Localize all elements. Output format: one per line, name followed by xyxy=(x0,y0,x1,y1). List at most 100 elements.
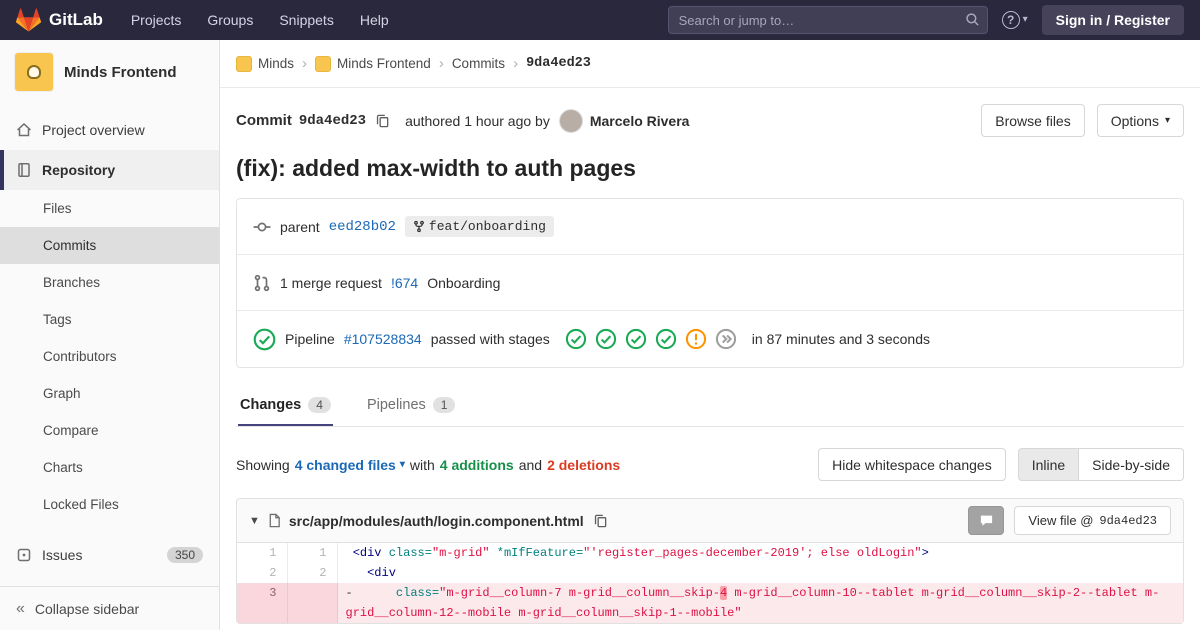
sidebar-item-issues[interactable]: Issues 350 xyxy=(0,535,219,575)
file-icon xyxy=(267,513,282,528)
sidebar-item-project-overview[interactable]: Project overview xyxy=(0,110,219,150)
branch-ref[interactable]: feat/onboarding xyxy=(404,216,554,237)
sidebar-item-locked-files[interactable]: Locked Files xyxy=(0,486,219,523)
diff-file-header: ▼ src/app/modules/auth/login.component.h… xyxy=(237,499,1183,543)
collapse-diff-icon[interactable]: ▼ xyxy=(249,515,260,527)
question-icon: ? xyxy=(1001,11,1020,29)
stage-passed-icon[interactable] xyxy=(655,328,677,350)
sidebar-item-charts[interactable]: Charts xyxy=(0,449,219,486)
diff-line-context: 2 2 <div xyxy=(237,563,1183,583)
breadcrumb-group[interactable]: Minds xyxy=(236,55,294,72)
parent-row: parent eed28b02 feat/onboarding xyxy=(237,199,1183,255)
project-name: Minds Frontend xyxy=(64,63,177,81)
toggle-comments-button[interactable] xyxy=(968,506,1005,535)
copy-path-button[interactable] xyxy=(591,511,610,530)
sidebar-item-commits[interactable]: Commits xyxy=(0,227,219,264)
sidebar-item-tags[interactable]: Tags xyxy=(0,301,219,338)
side-by-side-view-button[interactable]: Side-by-side xyxy=(1079,448,1184,481)
old-line-number[interactable]: 2 xyxy=(237,563,288,583)
sidebar-item-repository[interactable]: Repository xyxy=(0,150,219,190)
branch-icon xyxy=(413,220,425,233)
sign-in-button[interactable]: Sign in / Register xyxy=(1041,5,1184,35)
author-name[interactable]: Marcelo Rivera xyxy=(590,113,690,129)
stage-warning-icon[interactable] xyxy=(685,328,707,350)
new-line-number[interactable] xyxy=(287,583,338,623)
commit-meta-row: Commit 9da4ed23 authored 1 hour ago by M… xyxy=(236,104,1184,137)
breadcrumb-separator: › xyxy=(302,55,308,72)
sidebar-item-files[interactable]: Files xyxy=(0,190,219,227)
comment-icon xyxy=(979,513,994,528)
commit-details-box: parent eed28b02 feat/onboarding 1 merge … xyxy=(236,198,1184,368)
diff-line-deletion: 3 - class="m-grid__column-7 m-grid__colu… xyxy=(237,583,1183,623)
stage-skipped-icon[interactable] xyxy=(715,328,737,350)
pipeline-id-link[interactable]: #107528834 xyxy=(344,331,422,347)
tab-pipelines[interactable]: Pipelines 1 xyxy=(365,386,458,426)
gitlab-tanuki-icon xyxy=(16,8,41,32)
global-search xyxy=(667,6,988,34)
diff-table: 1 1 <div class="m-grid" *mIfFeature="'re… xyxy=(237,543,1183,623)
browse-files-button[interactable]: Browse files xyxy=(981,104,1085,137)
help-dropdown[interactable]: ? ▾ xyxy=(1001,11,1028,29)
code-line: - class="m-grid__column-7 m-grid__column… xyxy=(337,583,1183,623)
showing-text: Showing xyxy=(236,456,290,473)
copy-sha-button[interactable] xyxy=(373,111,392,130)
hide-whitespace-button[interactable]: Hide whitespace changes xyxy=(818,448,1006,481)
pipeline-duration: in 87 minutes and 3 seconds xyxy=(751,331,931,347)
commit-label: Commit xyxy=(236,112,292,129)
project-avatar xyxy=(14,52,54,92)
tab-changes[interactable]: Changes 4 xyxy=(238,386,333,426)
new-line-number[interactable]: 2 xyxy=(287,563,338,583)
copy-icon xyxy=(593,513,608,528)
mr-link[interactable]: !674 xyxy=(391,275,418,291)
author-avatar[interactable] xyxy=(558,108,583,133)
collapse-icon: « xyxy=(16,599,25,617)
chevron-down-icon: ▾ xyxy=(1164,114,1170,126)
parent-sha-link[interactable]: eed28b02 xyxy=(329,219,396,235)
diff-line-context: 1 1 <div class="m-grid" *mIfFeature="'re… xyxy=(237,543,1183,563)
with-text: with xyxy=(409,456,435,473)
merge-request-icon xyxy=(253,274,271,292)
top-navbar: GitLab Projects Groups Snippets Help ? ▾… xyxy=(0,0,1200,40)
deletions-count: 2 deletions xyxy=(547,456,621,473)
view-file-button[interactable]: View file @ 9da4ed23 xyxy=(1014,506,1171,535)
commit-title: (fix): added max-width to auth pages xyxy=(236,155,636,181)
breadcrumb-project[interactable]: Minds Frontend xyxy=(315,55,431,72)
and-text: and xyxy=(518,456,543,473)
repository-icon xyxy=(16,162,32,178)
home-icon xyxy=(16,122,32,138)
chevron-down-icon: ▾ xyxy=(1022,14,1028,25)
code-line: <div class="m-grid" *mIfFeature="'regist… xyxy=(352,546,929,560)
stage-passed-icon[interactable] xyxy=(625,328,647,350)
changed-files-dropdown[interactable]: 4 changed files ▾ xyxy=(295,457,405,473)
stage-passed-icon[interactable] xyxy=(565,328,587,350)
search-input[interactable] xyxy=(667,6,988,34)
menu-help[interactable]: Help xyxy=(360,12,389,28)
old-line-number[interactable]: 1 xyxy=(237,543,288,563)
commit-node-icon xyxy=(253,218,271,236)
menu-groups[interactable]: Groups xyxy=(207,12,253,28)
project-context-header[interactable]: Minds Frontend xyxy=(0,40,219,102)
options-dropdown-button[interactable]: Options ▾ xyxy=(1096,104,1184,137)
old-line-number[interactable]: 3 xyxy=(237,583,288,623)
new-line-number[interactable]: 1 xyxy=(287,543,338,563)
sidebar-item-branches[interactable]: Branches xyxy=(0,264,219,301)
issues-count-badge: 350 xyxy=(166,547,203,563)
diff-stats-bar: Showing 4 changed files ▾ with 4 additio… xyxy=(236,448,1184,481)
stage-passed-icon[interactable] xyxy=(595,328,617,350)
commit-tabs: Changes 4 Pipelines 1 xyxy=(236,386,1184,427)
sidebar-item-compare[interactable]: Compare xyxy=(0,412,219,449)
menu-snippets[interactable]: Snippets xyxy=(279,12,333,28)
file-path-link[interactable]: src/app/modules/auth/login.component.htm… xyxy=(289,513,584,529)
collapse-sidebar-button[interactable]: « Collapse sidebar xyxy=(0,586,219,630)
inline-view-button[interactable]: Inline xyxy=(1017,448,1080,481)
copy-icon xyxy=(375,113,390,128)
search-icon xyxy=(965,12,980,27)
menu-projects[interactable]: Projects xyxy=(131,12,182,28)
code-line: <div xyxy=(352,566,396,580)
gitlab-brand[interactable]: GitLab xyxy=(16,8,103,32)
breadcrumb-commit-sha: 9da4ed23 xyxy=(526,56,591,71)
sidebar-item-contributors[interactable]: Contributors xyxy=(0,338,219,375)
breadcrumb-commits[interactable]: Commits xyxy=(452,56,505,71)
group-avatar xyxy=(236,55,252,72)
sidebar-item-graph[interactable]: Graph xyxy=(0,375,219,412)
